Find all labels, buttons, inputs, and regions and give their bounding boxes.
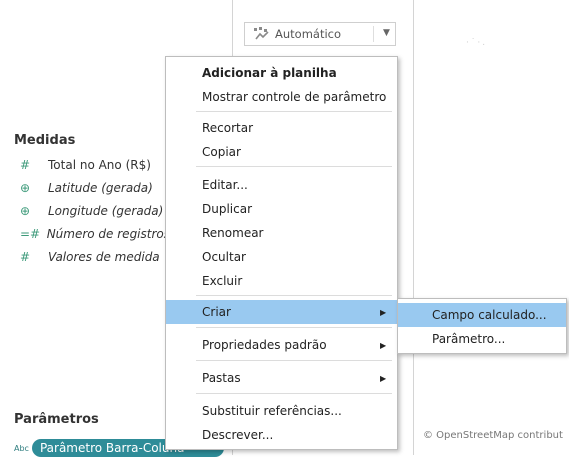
menu-item-label: Parâmetro...: [432, 332, 506, 346]
map-view[interactable]: [414, 0, 569, 455]
automatic-mark-icon: [253, 26, 271, 42]
submenu-item-parameter[interactable]: Parâmetro...: [398, 327, 566, 351]
menu-item-label: Campo calculado...: [432, 308, 547, 322]
menu-item-duplicate[interactable]: Duplicar: [166, 197, 397, 221]
menu-separator: [196, 360, 392, 361]
menu-item-hide[interactable]: Ocultar: [166, 245, 397, 269]
menu-item-show-parameter-control[interactable]: Mostrar controle de parâmetro: [166, 85, 397, 109]
menu-item-replace-references[interactable]: Substituir referências...: [166, 399, 397, 423]
menu-item-label: Ocultar: [202, 250, 246, 264]
submenu-arrow-icon: ▶: [380, 340, 387, 350]
menu-item-label: Criar: [202, 305, 231, 319]
measure-item-valores-medida[interactable]: # Valores de medida: [20, 247, 170, 267]
context-menu: Adicionar à planilha Mostrar controle de…: [165, 56, 398, 450]
menu-item-label: Editar...: [202, 178, 248, 192]
calculated-number-icon: =#: [20, 227, 41, 241]
menu-item-create[interactable]: Criar ▶: [166, 300, 397, 324]
create-submenu: Campo calculado... Parâmetro...: [397, 298, 567, 354]
measure-label: Número de registros: [46, 227, 170, 241]
map-feature: ·˙·.: [466, 38, 488, 48]
mark-type-dropdown[interactable]: Automático ▼: [244, 22, 396, 46]
submenu-arrow-icon: ▶: [380, 373, 387, 383]
menu-item-label: Renomear: [202, 226, 264, 240]
menu-separator: [196, 166, 392, 167]
menu-item-label: Descrever...: [202, 428, 274, 442]
menu-item-describe[interactable]: Descrever...: [166, 423, 397, 447]
chevron-down-icon[interactable]: ▼: [383, 28, 390, 38]
dropdown-separator: [373, 26, 374, 42]
measure-label: Latitude (gerada): [48, 181, 153, 195]
submenu-item-calculated-field[interactable]: Campo calculado...: [398, 303, 566, 327]
menu-separator: [196, 111, 392, 112]
number-icon: #: [20, 158, 31, 172]
string-type-icon: Abc: [14, 443, 29, 453]
menu-item-label: Propriedades padrão: [202, 338, 327, 352]
menu-item-delete[interactable]: Excluir: [166, 269, 397, 293]
globe-icon: ⊕: [20, 181, 31, 195]
measure-item-longitude[interactable]: ⊕ Longitude (gerada): [20, 201, 170, 221]
menu-item-label: Pastas: [202, 371, 241, 385]
measure-label: Longitude (gerada): [48, 204, 164, 218]
menu-separator: [196, 327, 392, 328]
submenu-arrow-icon: ▶: [380, 307, 387, 317]
menu-item-label: Adicionar à planilha: [202, 66, 337, 80]
measure-item-total-no-ano[interactable]: # Total no Ano (R$): [20, 155, 170, 175]
parameters-header: Parâmetros: [14, 412, 99, 427]
menu-item-default-properties[interactable]: Propriedades padrão ▶: [166, 333, 397, 357]
menu-item-label: Mostrar controle de parâmetro: [202, 90, 387, 104]
menu-item-rename[interactable]: Renomear: [166, 221, 397, 245]
menu-item-edit[interactable]: Editar...: [166, 173, 397, 197]
measure-label: Total no Ano (R$): [48, 158, 151, 172]
menu-item-label: Duplicar: [202, 202, 253, 216]
menu-item-label: Recortar: [202, 121, 254, 135]
measure-label: Valores de medida: [48, 250, 160, 264]
measure-item-latitude[interactable]: ⊕ Latitude (gerada): [20, 178, 170, 198]
menu-item-label: Substituir referências...: [202, 404, 342, 418]
measure-item-numero-registros[interactable]: =# Número de registros: [20, 224, 170, 244]
map-attribution[interactable]: © OpenStreetMap contribut: [423, 430, 563, 441]
menu-item-label: Copiar: [202, 145, 241, 159]
globe-icon: ⊕: [20, 204, 31, 218]
menu-separator: [196, 393, 392, 394]
menu-item-folders[interactable]: Pastas ▶: [166, 366, 397, 390]
menu-item-label: Excluir: [202, 274, 243, 288]
number-icon: #: [20, 250, 31, 264]
measures-header: Medidas: [14, 133, 76, 148]
menu-item-cut[interactable]: Recortar: [166, 116, 397, 140]
mark-type-label: Automático: [275, 27, 342, 41]
menu-separator: [196, 295, 392, 296]
menu-item-add-to-sheet[interactable]: Adicionar à planilha: [166, 61, 397, 85]
menu-item-copy[interactable]: Copiar: [166, 140, 397, 164]
